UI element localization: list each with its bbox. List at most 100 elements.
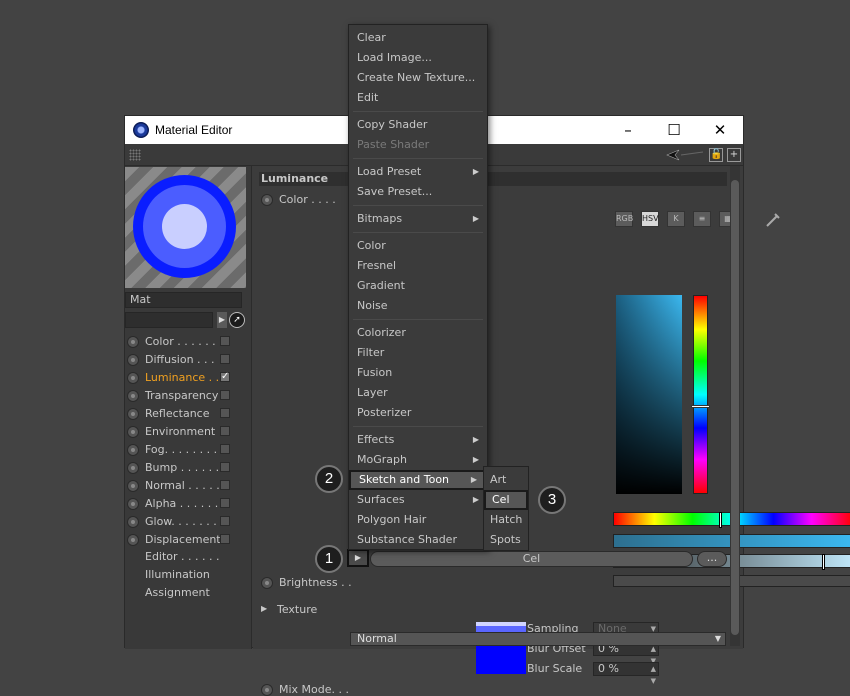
channel-item[interactable]: Displacement xyxy=(127,531,247,549)
menu-item[interactable]: Layer xyxy=(349,383,487,403)
menu-item[interactable]: Colorizer xyxy=(349,323,487,343)
channel-radio[interactable] xyxy=(127,462,139,474)
menu-item[interactable]: Bitmaps ▶ xyxy=(349,209,487,229)
menu-item[interactable]: Noise xyxy=(349,296,487,316)
color-mode-hsv[interactable]: HSV xyxy=(641,211,659,227)
color-field[interactable] xyxy=(616,295,682,494)
blur-scale-field[interactable]: 0 % ▲ ▼ xyxy=(593,662,659,685)
channel-radio[interactable] xyxy=(127,426,139,438)
menu-item[interactable]: Copy Shader xyxy=(349,115,487,135)
channel-checkbox[interactable] xyxy=(220,408,230,418)
menu-item[interactable]: Gradient xyxy=(349,276,487,296)
maximize-button[interactable]: ☐ xyxy=(651,118,697,142)
channel-radio[interactable] xyxy=(127,498,139,510)
submenu-item[interactable]: Hatch xyxy=(484,510,528,530)
spinner-icon[interactable]: ▲ ▼ xyxy=(651,663,656,687)
menu-item[interactable]: Substance Shader xyxy=(349,530,487,550)
brightness-animate-radio[interactable] xyxy=(261,577,273,589)
channel-radio[interactable] xyxy=(127,534,139,546)
menu-item[interactable]: Surfaces ▶ xyxy=(349,490,487,510)
eyedropper-icon[interactable] xyxy=(763,210,783,228)
color-mode-k[interactable]: K xyxy=(667,211,685,227)
channel-item[interactable]: Luminance . . ✓ xyxy=(127,369,247,387)
submenu-item[interactable]: Cel xyxy=(484,490,528,510)
menu-item[interactable]: Clear xyxy=(349,28,487,48)
channel-item[interactable]: Normal . . . . . xyxy=(127,477,247,495)
channel-item[interactable]: Alpha . . . . . . xyxy=(127,495,247,513)
menu-item[interactable]: Fusion xyxy=(349,363,487,383)
menu-item[interactable]: Fresnel xyxy=(349,256,487,276)
texture-more-button[interactable]: ... xyxy=(697,551,727,567)
channel-radio[interactable] xyxy=(127,516,139,528)
channel-radio[interactable] xyxy=(127,480,139,492)
mix-mode-dropdown[interactable]: Normal ▼ xyxy=(350,632,726,646)
channel-checkbox[interactable] xyxy=(220,336,230,346)
menu-item[interactable]: Sketch and Toon ▶ xyxy=(349,470,487,490)
lock-icon[interactable]: 🔓 xyxy=(709,148,723,162)
channel-checkbox[interactable] xyxy=(220,444,230,454)
texture-shader-button[interactable]: Cel xyxy=(370,551,693,567)
minimize-button[interactable]: – xyxy=(605,118,651,142)
menu-item[interactable]: Load Preset ▶ xyxy=(349,162,487,182)
channel-checkbox[interactable] xyxy=(220,462,230,472)
channel-checkbox[interactable] xyxy=(220,426,230,436)
menu-item[interactable]: Create New Texture... xyxy=(349,68,487,88)
channel-item[interactable]: Transparency xyxy=(127,387,247,405)
channel-checkbox[interactable]: ✓ xyxy=(220,372,230,382)
menu-item[interactable]: Color xyxy=(349,236,487,256)
channel-item[interactable]: Reflectance xyxy=(127,405,247,423)
scrollbar[interactable] xyxy=(730,166,740,646)
material-preview[interactable] xyxy=(125,167,246,288)
arrow-right-icon[interactable]: ▶ xyxy=(217,312,227,328)
menu-item[interactable]: Load Image... xyxy=(349,48,487,68)
submenu-item[interactable]: Spots xyxy=(484,530,528,550)
menu-item[interactable]: Filter xyxy=(349,343,487,363)
menu-item[interactable]: MoGraph ▶ xyxy=(349,450,487,470)
material-name-field[interactable]: Mat xyxy=(125,292,242,308)
color-animate-radio[interactable] xyxy=(261,194,273,206)
channel-item[interactable]: Diffusion . . . xyxy=(127,351,247,369)
hue-marker[interactable] xyxy=(691,405,710,408)
menu-item[interactable]: Polygon Hair xyxy=(349,510,487,530)
new-window-icon[interactable]: + xyxy=(727,148,741,162)
channel-item[interactable]: Color . . . . . . xyxy=(127,333,247,351)
back-arrow-icon[interactable] xyxy=(665,148,705,162)
channel-radio[interactable] xyxy=(127,390,139,402)
menu-item[interactable]: Effects ▶ xyxy=(349,430,487,450)
channel-radio[interactable] xyxy=(127,408,139,420)
texture-expand-icon[interactable]: ▶ xyxy=(261,604,267,613)
channel-radio[interactable] xyxy=(127,354,139,366)
texture-arrow-button[interactable]: ▶ xyxy=(347,549,369,567)
material-link-field[interactable] xyxy=(125,312,213,328)
grip-icon[interactable] xyxy=(129,149,141,161)
menu-item-label: Paste Shader xyxy=(357,138,430,151)
channel-checkbox[interactable] xyxy=(220,390,230,400)
preview-sphere xyxy=(133,175,236,278)
channel-radio[interactable] xyxy=(127,444,139,456)
menu-item[interactable]: Posterizer xyxy=(349,403,487,423)
channel-checkbox[interactable] xyxy=(220,498,230,508)
channel-item[interactable]: Environment xyxy=(127,423,247,441)
channel-checkbox[interactable] xyxy=(220,534,230,544)
submenu-item[interactable]: Art xyxy=(484,470,528,490)
channel-radio[interactable] xyxy=(127,372,139,384)
channel-item[interactable]: Fog. . . . . . . . xyxy=(127,441,247,459)
channel-checkbox[interactable] xyxy=(220,480,230,490)
menu-item[interactable]: Save Preset... xyxy=(349,182,487,202)
channel-item[interactable]: Bump . . . . . . xyxy=(127,459,247,477)
mix-mode-animate-radio[interactable] xyxy=(261,684,273,696)
channel-radio[interactable] xyxy=(127,336,139,348)
pointer-icon[interactable]: ➚ xyxy=(229,312,245,328)
sidebar-item[interactable]: Illumination xyxy=(145,568,210,581)
close-button[interactable]: ✕ xyxy=(697,118,743,142)
sidebar-item[interactable]: Assignment xyxy=(145,586,210,599)
shader-context-menu: Clear Load Image... Create New Texture... E… xyxy=(348,24,488,550)
menu-item[interactable]: Edit xyxy=(349,88,487,108)
sidebar-item[interactable]: Editor . . . . . . xyxy=(145,550,220,563)
channel-item[interactable]: Glow. . . . . . . xyxy=(127,513,247,531)
sliders-icon[interactable]: ≡ xyxy=(693,211,711,227)
channel-checkbox[interactable] xyxy=(220,516,230,526)
hue-bar[interactable] xyxy=(693,295,708,494)
channel-checkbox[interactable] xyxy=(220,354,230,364)
color-mode-rgb[interactable]: RGB xyxy=(615,211,633,227)
